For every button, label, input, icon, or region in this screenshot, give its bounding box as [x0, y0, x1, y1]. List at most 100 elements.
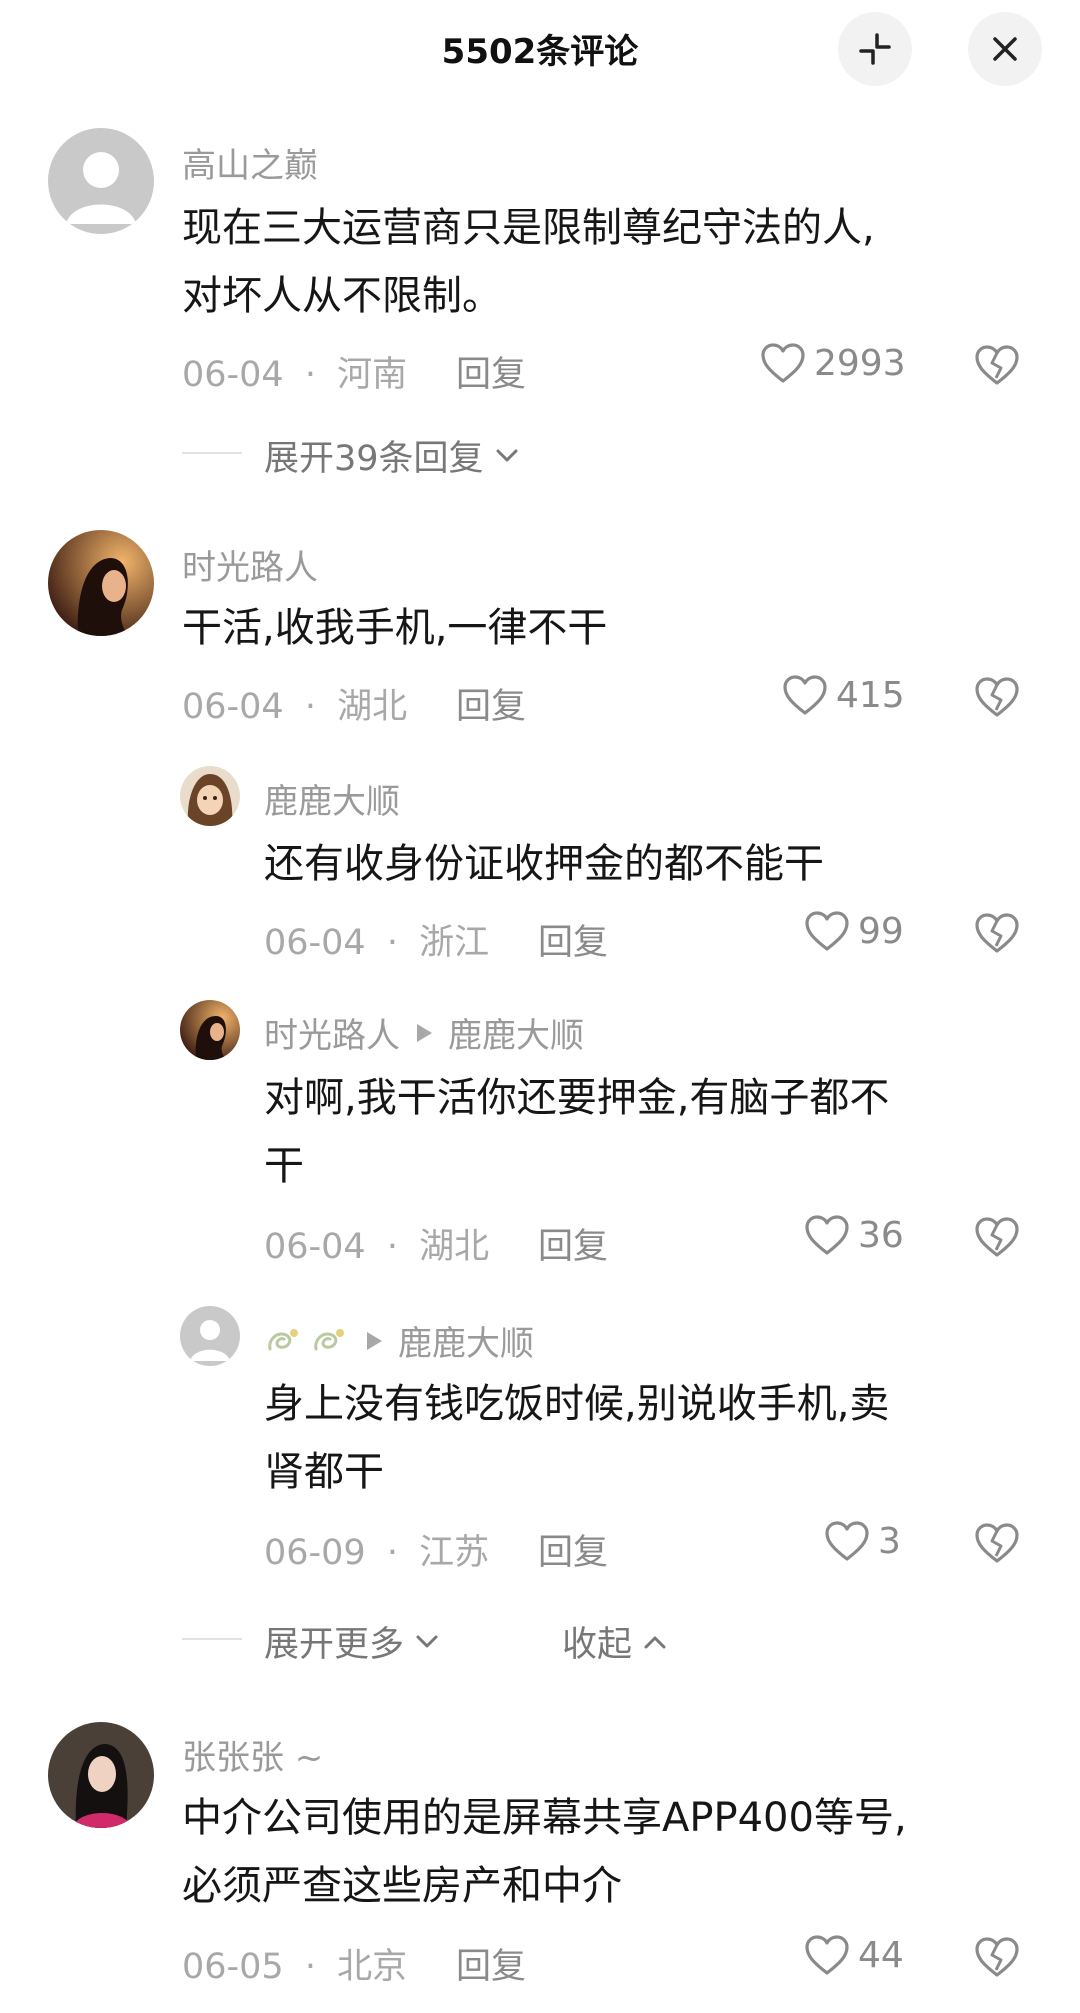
reply-button[interactable]: 回复	[538, 914, 608, 965]
dislike-button[interactable]	[974, 1522, 1020, 1568]
comment-text: 干活,收我手机,一律不干	[182, 605, 608, 651]
comment-meta: 06-04 · 浙江	[264, 914, 489, 965]
comment-date: 06-05	[182, 1947, 284, 1987]
comment-text: 中介公司使用的是屏幕共享APP400等号, 必须严查这些房产和中介	[182, 1784, 907, 1920]
collapse-button[interactable]	[838, 12, 912, 86]
username[interactable]: 鹿鹿大顺	[264, 774, 400, 823]
reply-text-line: 肾都干	[264, 1449, 384, 1495]
broken-heart-icon	[975, 1523, 1019, 1563]
dislike-button[interactable]	[974, 676, 1020, 722]
user-photo-avatar	[48, 530, 154, 636]
avatar[interactable]	[48, 128, 154, 234]
expand-more-button[interactable]: 展开更多	[264, 1616, 444, 1667]
username[interactable]: 张张张 ~	[182, 1730, 323, 1779]
heart-icon	[805, 911, 849, 951]
dislike-button[interactable]	[974, 912, 1020, 958]
divider-line	[182, 452, 242, 454]
avatar[interactable]	[180, 1000, 240, 1060]
comment-location: 北京	[337, 1947, 408, 1987]
heart-icon	[783, 675, 827, 715]
like-button[interactable]: 99	[804, 910, 904, 952]
avatar[interactable]	[48, 530, 154, 636]
reply-to-username[interactable]: 鹿鹿大顺	[448, 1008, 584, 1057]
like-button[interactable]: 36	[804, 1214, 904, 1256]
comment-text-line: 必须严查这些房产和中介	[182, 1863, 622, 1909]
collapse-replies-button[interactable]: 收起	[562, 1616, 672, 1667]
avatar[interactable]	[180, 766, 240, 826]
separator-dot: ·	[386, 923, 398, 963]
user-photo-avatar	[48, 1722, 154, 1828]
comment-location: 江苏	[419, 1533, 490, 1573]
comment-date: 06-04	[264, 923, 366, 963]
comment-date: 06-04	[182, 355, 284, 395]
reply-button[interactable]: 回复	[538, 1218, 608, 1269]
comment-meta: 06-04 · 湖北	[264, 1218, 489, 1269]
comment-location: 湖北	[337, 687, 408, 727]
play-triangle-icon	[417, 1023, 432, 1042]
username[interactable]: 高山之巅	[182, 138, 318, 187]
username[interactable]: 时光路人	[264, 1008, 400, 1057]
separator-dot: ·	[304, 1947, 316, 1987]
comment-meta: 06-04 · 湖北	[182, 678, 407, 729]
like-button[interactable]: 2993	[760, 342, 906, 384]
expand-replies-label: 展开39条回复	[264, 439, 484, 479]
reply-text-line: 身上没有钱吃饭时候,别说收手机,卖	[264, 1381, 890, 1427]
reply-header: 鹿鹿大顺	[264, 1316, 534, 1365]
avatar[interactable]	[180, 1306, 240, 1366]
reply-text-line: 对啊,我干活你还要押金,有脑子都不	[264, 1075, 890, 1121]
chevron-down-icon	[416, 1635, 438, 1647]
comment-text-line: 现在三大运营商只是限制尊纪守法的人,	[182, 205, 875, 251]
reply-header: 时光路人 鹿鹿大顺	[264, 1008, 584, 1057]
dragon-emoji-icon	[268, 1328, 298, 1350]
heart-icon	[825, 1521, 869, 1561]
broken-heart-icon	[975, 345, 1019, 385]
like-count: 36	[858, 1214, 904, 1256]
heart-icon	[805, 1935, 849, 1975]
dislike-button[interactable]	[974, 1936, 1020, 1982]
close-icon	[993, 37, 1017, 61]
broken-heart-icon	[975, 1937, 1019, 1977]
reply-button[interactable]: 回复	[456, 346, 526, 397]
comment-date: 06-04	[264, 1227, 366, 1267]
reply-button[interactable]: 回复	[456, 1938, 526, 1989]
comment-meta: 06-04 · 河南	[182, 346, 407, 397]
reply-text-line: 干	[264, 1143, 304, 1189]
dislike-button[interactable]	[974, 344, 1020, 390]
avatar[interactable]	[48, 1722, 154, 1828]
expand-replies-button[interactable]: 展开39条回复	[264, 430, 524, 481]
reply-button[interactable]: 回复	[456, 678, 526, 729]
like-button[interactable]: 44	[804, 1934, 904, 1976]
like-count: 415	[836, 674, 905, 716]
like-button[interactable]: 415	[782, 674, 905, 716]
default-avatar-icon	[48, 128, 154, 234]
comment-date: 06-04	[182, 687, 284, 727]
like-count: 3	[878, 1520, 901, 1562]
comment-meta: 06-09 · 江苏	[264, 1524, 489, 1575]
username[interactable]	[264, 1323, 350, 1359]
separator-dot: ·	[304, 687, 316, 727]
chevron-down-icon	[496, 449, 518, 461]
comment-text-line: 对坏人从不限制。	[182, 273, 502, 319]
divider-line	[182, 1638, 242, 1640]
like-button[interactable]: 3	[824, 1520, 901, 1562]
collapse-icon	[859, 33, 891, 65]
comment-location: 河南	[337, 355, 408, 395]
reply-text: 身上没有钱吃饭时候,别说收手机,卖 肾都干	[264, 1370, 889, 1506]
dragon-emoji-icon	[314, 1328, 344, 1350]
dislike-button[interactable]	[974, 1216, 1020, 1262]
broken-heart-icon	[975, 677, 1019, 717]
comment-meta: 06-05 · 北京	[182, 1938, 407, 1989]
broken-heart-icon	[975, 913, 1019, 953]
close-button[interactable]	[968, 12, 1042, 86]
like-count: 2993	[814, 342, 906, 384]
username[interactable]: 时光路人	[182, 540, 318, 589]
comment-location: 湖北	[419, 1227, 490, 1267]
comment-date: 06-09	[264, 1533, 366, 1573]
chevron-up-icon	[644, 1636, 666, 1648]
separator-dot: ·	[386, 1533, 398, 1573]
collapse-label: 收起	[562, 1625, 633, 1665]
reply-button[interactable]: 回复	[538, 1524, 608, 1575]
user-photo-avatar	[180, 1000, 240, 1060]
comments-header: 5502条评论	[0, 0, 1080, 100]
reply-to-username[interactable]: 鹿鹿大顺	[398, 1316, 534, 1365]
